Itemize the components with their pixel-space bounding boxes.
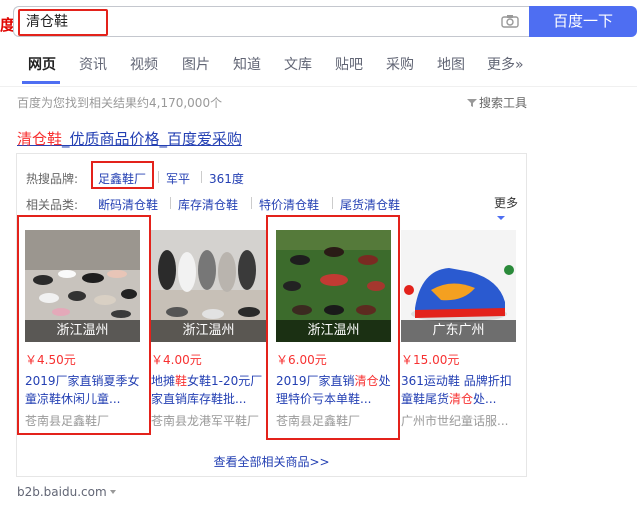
brand-link[interactable]: 军平 <box>166 170 190 187</box>
product-title-text: 处... <box>473 392 497 406</box>
search-tools-label: 搜索工具 <box>479 96 528 110</box>
divider <box>170 197 171 209</box>
annotation-box <box>17 215 151 435</box>
divider <box>332 197 333 209</box>
tab-map[interactable]: 地图 <box>437 54 465 74</box>
product-seller[interactable]: 广州市世纪童话服... <box>401 412 516 429</box>
chevron-down-icon <box>109 490 116 494</box>
related-link[interactable]: 尾货清仓鞋 <box>340 196 400 213</box>
tab-tieba[interactable]: 贴吧 <box>335 54 363 74</box>
more-dropdown[interactable]: 更多 <box>494 194 526 225</box>
product-seller[interactable]: 苍南县龙港军平鞋厂 <box>151 412 266 429</box>
annotation-box <box>91 161 154 189</box>
result-title-text: _优质商品价格_百度爱采购 <box>62 130 243 148</box>
result-count: 百度为您找到相关结果约4,170,000个 <box>17 96 223 110</box>
product-image[interactable]: 浙江温州 <box>151 230 266 342</box>
search-tools-button[interactable]: 搜索工具 <box>467 94 527 111</box>
product-price: ￥15.00元 <box>401 353 460 367</box>
search-tabs: 网页 资讯 视频 图片 知道 文库 贴吧 采购 地图 更多» <box>0 54 637 84</box>
result-url-text: b2b.baidu.com <box>17 485 107 499</box>
tab-purchase[interactable]: 采购 <box>386 54 414 74</box>
result-title-link[interactable]: 清仓鞋_优质商品价格_百度爱采购 <box>17 128 242 149</box>
result-url[interactable]: b2b.baidu.com <box>17 485 116 499</box>
related-link[interactable]: 特价清仓鞋 <box>259 196 319 213</box>
tab-zhidao[interactable]: 知道 <box>233 54 261 74</box>
product-title-highlight: 鞋 <box>175 374 188 388</box>
tab-web[interactable]: 网页 <box>28 54 56 74</box>
view-all-link[interactable]: 查看全部相关商品>> <box>17 453 526 470</box>
product-title[interactable]: 地摊鞋女鞋1-20元厂家直销库存鞋批... <box>151 372 266 408</box>
related-link[interactable]: 断码清仓鞋 <box>98 196 158 213</box>
divider <box>251 197 252 209</box>
product-location: 广东广州 <box>401 320 516 342</box>
result-title-highlight: 清仓鞋 <box>17 130 63 148</box>
product-title-highlight: 清仓 <box>449 392 474 406</box>
tab-images[interactable]: 图片 <box>182 54 210 74</box>
product-image[interactable]: 广东广州 <box>401 230 516 342</box>
brand-link[interactable]: 361度 <box>209 170 244 187</box>
tab-video[interactable]: 视频 <box>130 54 158 74</box>
active-tab-indicator <box>22 81 60 84</box>
divider <box>201 171 202 183</box>
product-title[interactable]: 361运动鞋 品牌折扣童鞋尾货清仓处... <box>401 372 516 408</box>
related-label: 相关品类: <box>26 198 79 212</box>
divider <box>0 86 637 87</box>
product-card: 热搜品牌: 足鑫鞋厂 军平 361度 相关品类: 断码清仓鞋 库存清仓鞋 特价清… <box>16 153 527 477</box>
hot-brands-label: 热搜品牌: <box>26 172 79 186</box>
product-title-text: 地摊 <box>151 374 176 388</box>
search-box[interactable]: 清仓鞋 <box>13 6 529 37</box>
annotation-box <box>266 215 400 440</box>
more-label: 更多 <box>494 196 519 210</box>
product-price: ￥4.00元 <box>151 353 202 367</box>
related-link[interactable]: 库存清仓鞋 <box>178 196 238 213</box>
chevron-down-icon <box>497 216 505 220</box>
filter-icon <box>467 99 477 107</box>
tab-more[interactable]: 更多» <box>487 54 524 74</box>
tab-news[interactable]: 资讯 <box>79 54 107 74</box>
camera-icon[interactable] <box>501 14 519 28</box>
product-location: 浙江温州 <box>151 320 266 342</box>
search-input[interactable]: 清仓鞋 <box>18 9 108 36</box>
search-button[interactable]: 百度一下 <box>529 6 637 37</box>
tab-wenku[interactable]: 文库 <box>284 54 312 74</box>
divider <box>158 171 159 183</box>
